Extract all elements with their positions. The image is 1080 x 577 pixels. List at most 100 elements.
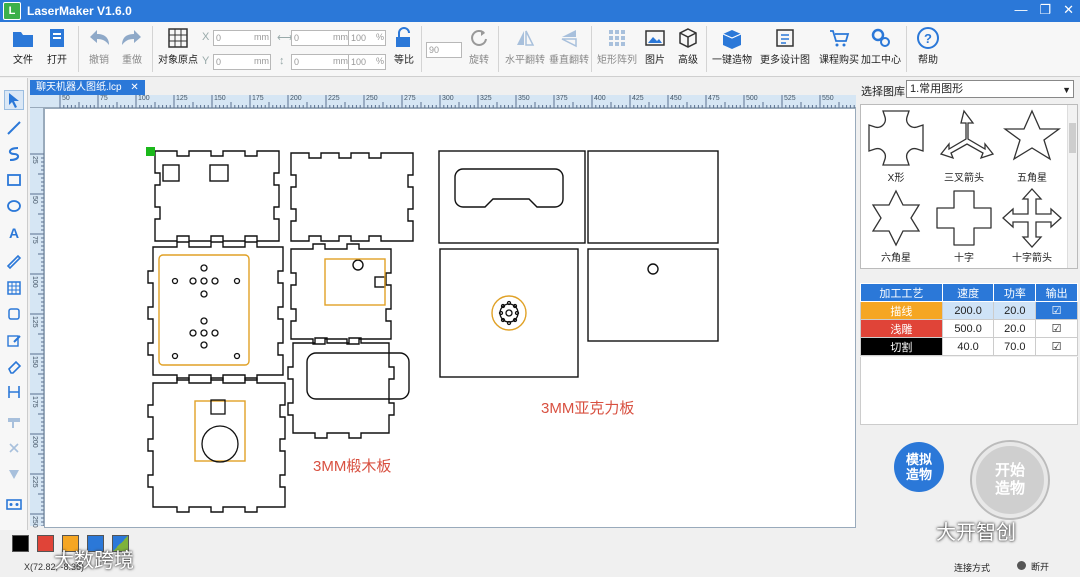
ruler-tick-label: 275: [404, 95, 416, 102]
document-tab[interactable]: 聊天机器人图纸.lcp ✕: [30, 80, 145, 95]
col-speed: 速度: [941, 283, 995, 302]
table-tool-icon[interactable]: [4, 278, 24, 298]
shape-tool-icon[interactable]: [4, 304, 24, 324]
gears-icon: [868, 25, 894, 51]
connection-status-dot: [1017, 561, 1026, 570]
start-button[interactable]: 开始造物: [972, 442, 1048, 518]
app-logo: L: [3, 2, 21, 20]
ellipse-tool-icon[interactable]: [4, 196, 24, 216]
pen-tool-icon[interactable]: [4, 464, 24, 484]
vertical-ruler: 255075100125150175200225250275: [30, 108, 44, 568]
lock-ratio-button[interactable]: 等比: [391, 25, 417, 66]
rectangle-tool-icon[interactable]: [4, 170, 24, 190]
cart-icon: [826, 25, 852, 51]
object-origin-button[interactable]: 对象原点: [158, 25, 198, 66]
redo-button[interactable]: 重做: [119, 25, 145, 66]
panel-hole: [352, 259, 364, 271]
svg-text:?: ?: [924, 31, 932, 46]
panel-slot: [209, 164, 229, 182]
output-checkbox[interactable]: ☑: [1035, 337, 1078, 356]
ruler-tick-label: 50: [62, 95, 70, 102]
rotate-button[interactable]: 旋转: [466, 25, 492, 66]
open-file-icon: [44, 25, 70, 51]
panel-slot: [162, 164, 180, 182]
process-row-cut[interactable]: 切割 40.0 70.0 ☑: [860, 337, 1078, 356]
one-click-make-button[interactable]: 一键造物: [712, 25, 752, 66]
ruler-tick-label: 500: [746, 95, 758, 102]
process-row-trace[interactable]: 描线 200.0 20.0 ☑: [860, 301, 1078, 320]
connection-status: 断开: [1031, 562, 1050, 572]
panel-slot: [374, 276, 386, 288]
curve-tool-icon[interactable]: [4, 144, 24, 164]
close-button[interactable]: ✕: [1063, 2, 1074, 18]
coordinate-readout: X(72.82, -8.36): [24, 562, 85, 572]
align-tool-icon[interactable]: [4, 382, 24, 402]
flip-vertical-icon: [556, 25, 582, 51]
rotate-angle-input[interactable]: 90: [426, 42, 462, 58]
ruler-tick-label: 475: [708, 95, 720, 102]
ruler-tick-label: 250: [366, 95, 378, 102]
device-tool-icon[interactable]: [4, 494, 24, 514]
ruler-tick-label: 400: [594, 95, 606, 102]
undo-icon: [86, 25, 112, 51]
file-button[interactable]: 文件: [10, 25, 36, 66]
shape-cross-arrow[interactable]: 十字箭头: [1001, 187, 1063, 264]
ruler-tick-label: 300: [442, 95, 454, 102]
edit-tool-icon[interactable]: [4, 330, 24, 350]
course-purchase-button[interactable]: 课程购买: [819, 25, 859, 66]
simulate-button[interactable]: 模拟造物: [894, 442, 944, 492]
more-designs-button[interactable]: 更多设计图: [760, 25, 810, 66]
design-icon: [772, 25, 798, 51]
tab-close-icon[interactable]: ✕: [130, 82, 138, 93]
right-panel: 选择图库: 1.常用图形 ▼ X形 三叉箭头 五角星 六角星 十字 十字箭头 加…: [858, 78, 1080, 528]
hand-tool-icon[interactable]: [4, 438, 24, 458]
process-row-engrave[interactable]: 浅雕 500.0 20.0 ☑: [860, 319, 1078, 338]
ruler-tool-icon[interactable]: [4, 252, 24, 272]
processing-center-button[interactable]: 加工中心: [861, 25, 901, 66]
flip-vertical-button[interactable]: 垂直翻转: [549, 25, 589, 66]
color-swatch-red[interactable]: [37, 535, 54, 552]
undo-button[interactable]: 撤销: [86, 25, 112, 66]
shape-five-star[interactable]: 五角星: [1001, 107, 1063, 184]
fill-tool-icon[interactable]: [4, 412, 24, 432]
ruler-tick-label: 375: [556, 95, 568, 102]
shape-cross[interactable]: 十字: [933, 187, 995, 264]
engrave-outline: [324, 258, 386, 306]
output-checkbox[interactable]: ☑: [1035, 301, 1078, 320]
minimize-button[interactable]: —: [1014, 2, 1027, 18]
line-tool-icon[interactable]: [4, 118, 24, 138]
select-tool-icon[interactable]: [4, 90, 24, 110]
help-button[interactable]: ? 帮助: [915, 25, 941, 66]
output-checkbox[interactable]: ☑: [1035, 319, 1078, 338]
eraser-tool-icon[interactable]: [4, 356, 24, 376]
status-bar: 大数跨境 X(72.82, -8.36) 大开智创 连接方式 断开: [0, 522, 1080, 577]
connection-label: 连接方式: [954, 563, 991, 573]
shape-triple-arrow[interactable]: 三叉箭头: [933, 107, 995, 184]
library-label: 选择图库:: [861, 86, 909, 98]
shape-x[interactable]: X形: [865, 107, 927, 184]
rect-array-button[interactable]: 矩形阵列: [597, 25, 637, 66]
advanced-button[interactable]: 高级: [675, 25, 701, 66]
horizontal-ruler: 50 75 100 125 150 175 200 225 250 275 300 325 350 375…: [30, 95, 856, 108]
shape-six-star[interactable]: 六角星: [865, 187, 927, 264]
ruler-tick-label: 250: [31, 516, 38, 528]
text-tool-icon[interactable]: A: [4, 222, 24, 242]
watermark-right: 大开智创: [936, 522, 1016, 544]
acrylic-cutout: [454, 168, 564, 208]
color-swatch-black[interactable]: [12, 535, 29, 552]
chevron-down-icon: ▼: [1062, 85, 1071, 95]
open-button[interactable]: 打开: [44, 25, 70, 66]
design-canvas[interactable]: 3MM椴木板 3MM亚克力板: [44, 108, 856, 528]
flip-horizontal-button[interactable]: 水平翻转: [505, 25, 545, 66]
maximize-button[interactable]: ❐: [1039, 2, 1051, 18]
ruler-tick-label: 25: [31, 156, 38, 164]
gallery-scrollbar[interactable]: [1067, 105, 1077, 268]
app-title: LaserMaker V1.6.0: [27, 4, 132, 18]
image-icon: [642, 25, 668, 51]
image-button[interactable]: 图片: [642, 25, 668, 66]
engrave-outline: [194, 400, 246, 462]
y-label: Y: [202, 55, 210, 67]
ruler-tick-label: 100: [31, 276, 38, 288]
redo-icon: [119, 25, 145, 51]
library-select[interactable]: 1.常用图形 ▼: [906, 80, 1074, 98]
